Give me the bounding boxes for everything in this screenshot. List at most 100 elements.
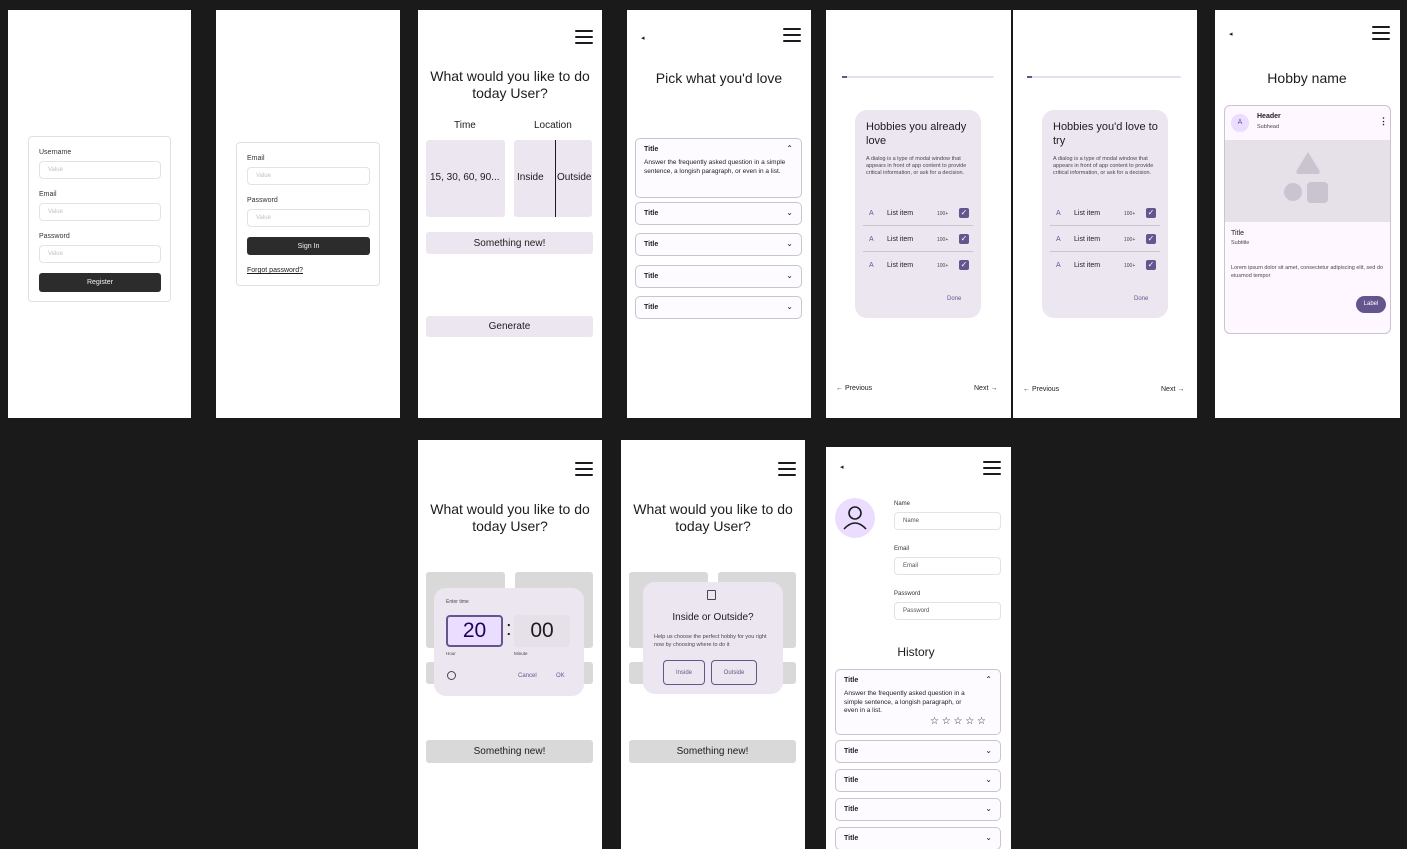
screen-hobby: ◂ Hobby name A Header Subhead ⋮ Title Su… — [1215, 10, 1400, 418]
accordion-item[interactable]: Title ⌄ — [835, 740, 1001, 763]
back-icon[interactable]: ◂ — [641, 34, 645, 42]
chevron-down-icon[interactable]: ⌄ — [786, 239, 793, 248]
signin-card: Email Value Password Value Sign In Forgo… — [236, 142, 380, 286]
list-item[interactable]: A List item 100+ ✓ — [863, 230, 973, 252]
chevron-down-icon[interactable]: ⌄ — [985, 833, 992, 842]
chevron-down-icon[interactable]: ⌄ — [985, 746, 992, 755]
chevron-down-icon[interactable]: ⌄ — [985, 775, 992, 784]
something-new-button[interactable]: Something new! — [629, 740, 796, 763]
accordion-item[interactable]: Title ⌄ — [835, 827, 1001, 849]
email-input[interactable]: Value — [39, 203, 161, 221]
menu-icon[interactable] — [1372, 26, 1390, 40]
chevron-down-icon[interactable]: ⌄ — [786, 208, 793, 217]
list-item[interactable]: A List item 100+ ✓ — [1050, 204, 1160, 226]
password-input[interactable]: Password — [894, 602, 1001, 620]
something-new-button[interactable]: Something new! — [426, 232, 593, 254]
screen-time-picker: What would you like to do today User? En… — [418, 440, 602, 849]
check-icon[interactable]: ✓ — [1146, 260, 1156, 270]
signin-email-label: Email — [247, 155, 265, 162]
time-picker-dialog: Enter time 20 : 00 Hour Minute Cancel OK — [434, 588, 584, 696]
inside-outside-dialog: Inside or Outside? Help us choose the pe… — [643, 582, 783, 694]
accordion-item-expanded[interactable]: Title ⌃ Answer the frequently asked ques… — [635, 138, 802, 198]
more-vert-icon[interactable]: ⋮ — [1379, 116, 1388, 127]
time-picker-title: What would you like to do today User? — [430, 501, 590, 534]
signin-email-input[interactable]: Value — [247, 167, 370, 185]
accordion-item[interactable]: Title ⌄ — [635, 296, 802, 319]
time-value: 15, 30, 60, 90... — [430, 172, 500, 183]
dialog-body: Help us choose the perfect hobby for you… — [654, 634, 767, 648]
accordion-item[interactable]: Title ⌄ — [835, 769, 1001, 792]
canvas: Username Value Email Value Password Valu… — [0, 0, 1407, 849]
clock-icon[interactable] — [447, 671, 456, 680]
accordion-item[interactable]: Title ⌄ — [635, 265, 802, 288]
accordion-item[interactable]: Title ⌄ — [635, 233, 802, 256]
history-title: History — [897, 645, 935, 659]
time-card[interactable]: 15, 30, 60, 90... — [426, 140, 505, 217]
dialog-title: Hobbies you already love — [866, 121, 967, 147]
label-button[interactable]: Label — [1356, 296, 1386, 313]
email-label: Email — [39, 191, 57, 198]
list-item[interactable]: A List item 100+ ✓ — [1050, 256, 1160, 278]
accordion-title: Title — [644, 146, 659, 153]
inside-option[interactable]: Inside — [517, 172, 544, 183]
card-title: Title — [1231, 230, 1244, 237]
chevron-down-icon[interactable]: ⌄ — [985, 804, 992, 813]
outside-button[interactable]: Outside — [711, 660, 757, 685]
list-item[interactable]: A List item 100+ ✓ — [863, 256, 973, 278]
chevron-down-icon[interactable]: ⌄ — [786, 302, 793, 311]
avatar: A — [869, 262, 874, 269]
screen-pick: ◂ Pick what you'd love Title ⌃ Answer th… — [627, 10, 811, 418]
chevron-up-icon[interactable]: ⌃ — [985, 675, 992, 684]
menu-icon[interactable] — [783, 28, 801, 42]
email-input[interactable]: Email — [894, 557, 1001, 575]
chevron-down-icon[interactable]: ⌄ — [786, 271, 793, 280]
check-icon[interactable]: ✓ — [959, 260, 969, 270]
menu-icon[interactable] — [575, 30, 593, 44]
hobbies-dialog: Hobbies you already love A dialog is a t… — [855, 110, 981, 318]
username-label: Username — [39, 149, 72, 156]
back-icon[interactable]: ◂ — [1229, 30, 1233, 38]
cancel-button[interactable]: Cancel — [518, 673, 537, 679]
username-input[interactable]: Value — [39, 161, 161, 179]
done-button[interactable]: Done — [947, 296, 961, 302]
name-input[interactable]: Name — [894, 512, 1001, 530]
inside-button[interactable]: Inside — [663, 660, 705, 685]
password-input[interactable]: Value — [39, 245, 161, 263]
signin-password-input[interactable]: Value — [247, 209, 370, 227]
accordion-item-expanded[interactable]: Title ⌃ Answer the frequently asked ques… — [835, 669, 1001, 735]
list-item[interactable]: A List item 100+ ✓ — [1050, 230, 1160, 252]
minute-input[interactable]: 00 — [514, 615, 570, 647]
previous-button[interactable]: ← Previous — [1023, 386, 1059, 393]
generate-button[interactable]: Generate — [426, 316, 593, 337]
check-icon[interactable]: ✓ — [959, 208, 969, 218]
list-item-meta: 100+ — [1124, 237, 1136, 243]
menu-icon[interactable] — [575, 462, 593, 476]
accordion-title: Title — [644, 304, 659, 311]
check-icon[interactable]: ✓ — [1146, 208, 1156, 218]
accordion-item[interactable]: Title ⌄ — [635, 202, 802, 225]
ok-button[interactable]: OK — [556, 673, 565, 679]
hour-input[interactable]: 20 — [446, 615, 503, 647]
divider — [863, 225, 973, 226]
back-icon[interactable]: ◂ — [840, 463, 844, 471]
forgot-password-link[interactable]: Forgot password? — [247, 267, 303, 274]
check-icon[interactable]: ✓ — [959, 234, 969, 244]
chevron-up-icon[interactable]: ⌃ — [786, 144, 793, 153]
hobbies-dialog: Hobbies you'd love to try A dialog is a … — [1042, 110, 1168, 318]
signin-button[interactable]: Sign In — [247, 237, 370, 255]
hobby-card: A Header Subhead ⋮ Title Subtitle Lorem … — [1224, 105, 1391, 334]
done-button[interactable]: Done — [1134, 296, 1148, 302]
next-button[interactable]: Next → — [1161, 386, 1184, 393]
menu-icon[interactable] — [983, 461, 1001, 475]
star-rating[interactable]: ☆ ☆ ☆ ☆ ☆ — [930, 716, 986, 727]
register-button[interactable]: Register — [39, 273, 161, 292]
something-new-button[interactable]: Something new! — [426, 740, 593, 763]
check-icon[interactable]: ✓ — [1146, 234, 1156, 244]
menu-icon[interactable] — [778, 462, 796, 476]
previous-button[interactable]: ← Previous — [836, 385, 872, 392]
next-button[interactable]: Next → — [974, 385, 997, 392]
list-item[interactable]: A List item 100+ ✓ — [863, 204, 973, 226]
person-icon — [835, 498, 875, 538]
outside-option[interactable]: Outside — [557, 172, 591, 183]
accordion-item[interactable]: Title ⌄ — [835, 798, 1001, 821]
